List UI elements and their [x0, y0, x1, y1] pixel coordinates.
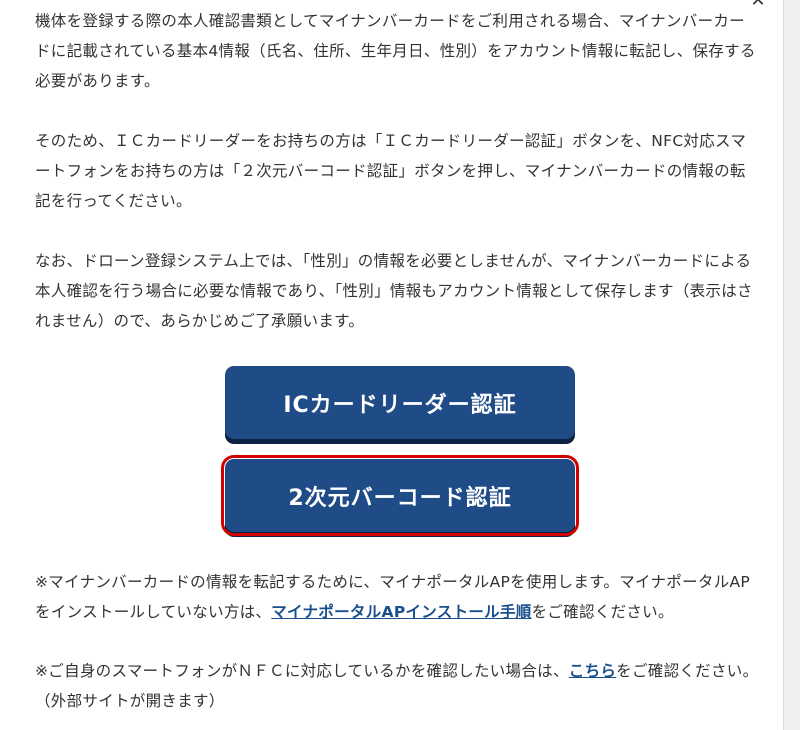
nfc-check-note: ※ご自身のスマートフォンがＮＦＣに対応しているかを確認したい場合は、こちらをご確… — [35, 656, 760, 716]
nfc-note-text: ※ご自身のスマートフォンがＮＦＣに対応しているかを確認したい場合は、 — [35, 662, 569, 680]
mynaportal-note-suffix: をご確認ください。 — [531, 603, 674, 621]
qr-code-auth-button[interactable]: 2次元バーコード認証 — [221, 455, 579, 536]
nfc-check-link[interactable]: こちら — [569, 662, 616, 680]
scrollbar[interactable] — [783, 0, 800, 730]
mynaportal-install-link[interactable]: マイナポータルAPインストール手順 — [271, 603, 531, 621]
gender-notice-paragraph: なお、ドローン登録システム上では、「性別」の情報を必要としませんが、マイナンバー… — [35, 252, 753, 330]
ic-card-reader-auth-button[interactable]: ICカードリーダー認証 — [225, 366, 575, 439]
instruction-paragraph: そのため、ＩＣカードリーダーをお持ちの方は「ＩＣカードリーダー認証」ボタンを、N… — [35, 132, 747, 210]
modal-dialog: ✕ 機体を登録する際の本人確認書類としてマイナンバーカードをご利用される場合、マ… — [0, 0, 783, 730]
mynaportal-note: ※マイナンバーカードの情報を転記するために、マイナポータルAPを使用します。マイ… — [35, 567, 760, 627]
intro-paragraph: 機体を登録する際の本人確認書類としてマイナンバーカードをご利用される場合、マイナ… — [35, 12, 756, 90]
